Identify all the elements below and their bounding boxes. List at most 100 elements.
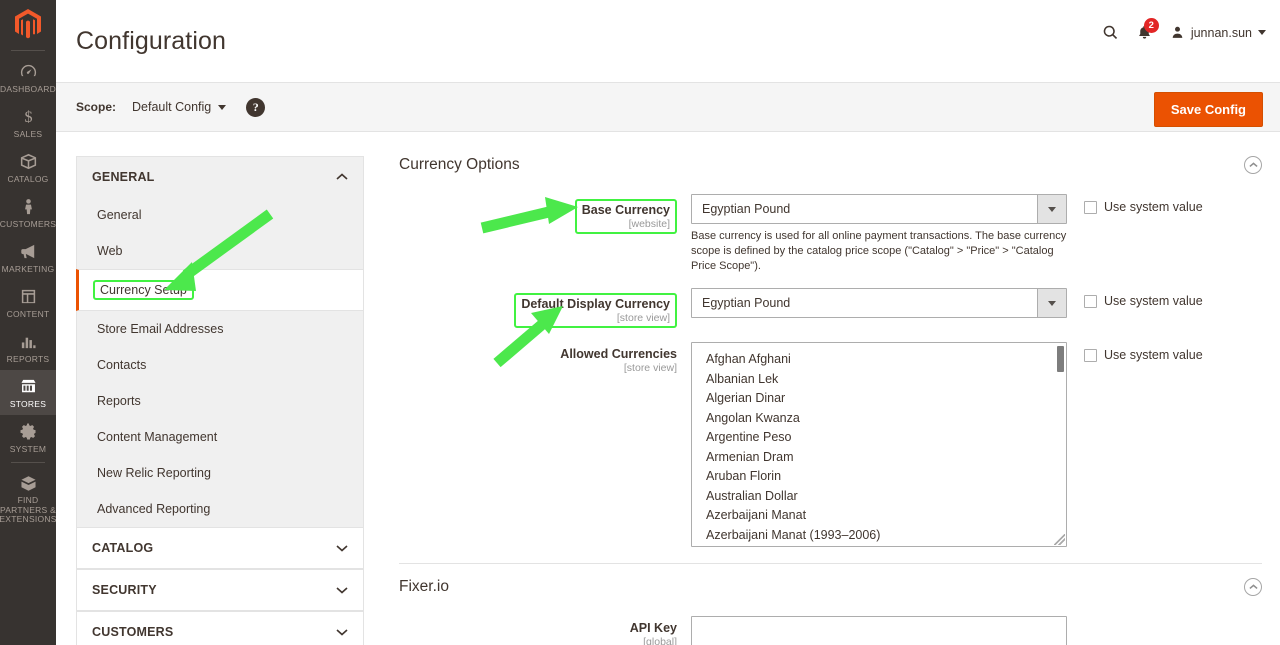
- page-container: Configuration 2 junnan.sun Scope: Defaul…: [56, 0, 1280, 645]
- use-system-value-checkbox[interactable]: [1084, 200, 1097, 214]
- notifications-bell[interactable]: 2: [1136, 18, 1159, 41]
- currency-options-header: Currency Options: [399, 156, 1262, 188]
- sidebar-item-sales[interactable]: $ SALES: [0, 100, 56, 145]
- header-tools: 2 junnan.sun: [1102, 18, 1266, 41]
- default-display-currency-label: Default Display Currency [store view]: [399, 288, 691, 328]
- default-display-currency-use-system-value[interactable]: Use system value: [1084, 288, 1203, 308]
- base-currency-select[interactable]: Egyptian Pound: [691, 194, 1067, 224]
- section-title: Currency Options: [399, 156, 520, 173]
- list-item[interactable]: Algerian Dinar: [692, 389, 1066, 409]
- rail-divider-bottom: [11, 462, 45, 463]
- scrollbar-thumb[interactable]: [1057, 346, 1064, 372]
- search-icon[interactable]: [1102, 24, 1119, 41]
- layout-icon: [19, 287, 38, 306]
- sidebar-item-marketing[interactable]: MARKETING: [0, 235, 56, 280]
- field-scope-text: [store view]: [616, 312, 670, 324]
- list-item[interactable]: Armenian Dram: [692, 448, 1066, 468]
- bar-chart-icon: [19, 332, 38, 351]
- use-system-value-checkbox[interactable]: [1084, 294, 1097, 308]
- scrollbar[interactable]: [1056, 344, 1065, 546]
- nav-item-label: Advanced Reporting: [97, 502, 211, 516]
- field-api-key: API Key [global]: [399, 616, 1262, 645]
- default-display-currency-control: Egyptian Pound: [691, 288, 1067, 318]
- nav-item-label: Content Management: [97, 430, 218, 444]
- base-currency-use-system-value[interactable]: Use system value: [1084, 194, 1203, 214]
- field-label-text: Default Display Currency: [521, 297, 670, 311]
- sidebar-item-stores[interactable]: STORES: [0, 370, 56, 415]
- allowed-currencies-use-system-value[interactable]: Use system value: [1084, 342, 1203, 362]
- gear-icon: [19, 422, 38, 441]
- list-item[interactable]: Australian Dollar: [692, 487, 1066, 507]
- nav-item-general[interactable]: General: [77, 197, 363, 233]
- allowed-currencies-label: Allowed Currencies [store view]: [399, 342, 691, 375]
- use-system-value-label: Use system value: [1104, 294, 1203, 308]
- nav-item-advanced-reporting[interactable]: Advanced Reporting: [77, 491, 363, 527]
- dashboard-icon: [19, 62, 38, 81]
- megaphone-icon: [19, 242, 38, 261]
- user-name: junnan.sun: [1190, 25, 1252, 40]
- content-row: GENERAL General Web Currency Setup Store…: [56, 132, 1280, 645]
- sidebar-item-customers[interactable]: CUSTOMERS: [0, 190, 56, 235]
- nav-item-store-email-addresses[interactable]: Store Email Addresses: [77, 311, 363, 347]
- list-item[interactable]: Aruban Florin: [692, 467, 1066, 487]
- section-title: Fixer.io: [399, 578, 449, 595]
- chevron-down-icon: [336, 628, 348, 636]
- list-item[interactable]: Albanian Lek: [692, 370, 1066, 390]
- package-icon: [19, 474, 38, 493]
- api-key-input[interactable]: [691, 616, 1067, 645]
- nav-item-label: Reports: [97, 394, 141, 408]
- user-icon: [1170, 25, 1185, 40]
- sidebar-item-label: STORES: [9, 399, 47, 409]
- magento-logo-icon[interactable]: [0, 0, 56, 48]
- svg-text:$: $: [24, 109, 32, 126]
- scope-bar: Scope: Default Config ? Save Config: [56, 82, 1280, 132]
- nav-item-new-relic-reporting[interactable]: New Relic Reporting: [77, 455, 363, 491]
- chevron-up-circle-icon[interactable]: [1244, 578, 1262, 596]
- allowed-currencies-control: Afghan Afghani Albanian Lek Algerian Din…: [691, 342, 1067, 547]
- question-mark-icon[interactable]: ?: [246, 97, 266, 117]
- nav-section-catalog-header[interactable]: CATALOG: [76, 527, 364, 569]
- nav-section-customers-header[interactable]: CUSTOMERS: [76, 611, 364, 645]
- rail-divider-top: [11, 50, 45, 51]
- nav-item-currency-setup[interactable]: Currency Setup: [76, 269, 363, 311]
- sidebar-item-label: SALES: [13, 129, 43, 139]
- page-title: Configuration: [76, 27, 227, 55]
- nav-item-content-management[interactable]: Content Management: [77, 419, 363, 455]
- nav-item-label: Currency Setup: [93, 280, 194, 300]
- chevron-up-circle-icon[interactable]: [1244, 156, 1262, 174]
- list-item[interactable]: Afghan Afghani: [692, 350, 1066, 370]
- sidebar-item-find-partners-extensions[interactable]: FIND PARTNERS & EXTENSIONS: [0, 467, 56, 531]
- use-system-value-label: Use system value: [1104, 348, 1203, 362]
- nav-section-general-body: General Web Currency Setup Store Email A…: [76, 197, 364, 527]
- scope-selector[interactable]: Default Config: [132, 100, 227, 114]
- use-system-value-checkbox[interactable]: [1084, 348, 1097, 362]
- chevron-down-icon[interactable]: [1037, 195, 1066, 223]
- sidebar-item-dashboard[interactable]: DASHBOARD: [0, 55, 56, 100]
- allowed-currencies-multiselect[interactable]: Afghan Afghani Albanian Lek Algerian Din…: [691, 342, 1067, 547]
- field-scope-text: [website]: [628, 218, 670, 230]
- sidebar-item-system[interactable]: SYSTEM: [0, 415, 56, 460]
- sidebar-item-label: FIND PARTNERS & EXTENSIONS: [0, 495, 57, 524]
- save-config-button[interactable]: Save Config: [1153, 92, 1263, 127]
- config-main: Currency Options Base Currency [website]…: [364, 156, 1280, 645]
- list-item[interactable]: Argentine Peso: [692, 428, 1066, 448]
- sidebar-item-reports[interactable]: REPORTS: [0, 325, 56, 370]
- nav-section-general-header[interactable]: GENERAL: [76, 156, 364, 197]
- nav-item-label: General: [97, 208, 142, 222]
- chevron-down-icon: [1258, 30, 1266, 35]
- list-item[interactable]: Azerbaijani Manat (1993–2006): [692, 526, 1066, 546]
- nav-item-contacts[interactable]: Contacts: [77, 347, 363, 383]
- sidebar-item-catalog[interactable]: CATALOG: [0, 145, 56, 190]
- list-item[interactable]: Angolan Kwanza: [692, 409, 1066, 429]
- field-label-text: API Key: [629, 621, 677, 635]
- nav-item-reports[interactable]: Reports: [77, 383, 363, 419]
- list-item[interactable]: Azerbaijani Manat: [692, 506, 1066, 526]
- resize-handle[interactable]: [1054, 534, 1065, 545]
- nav-item-web[interactable]: Web: [77, 233, 363, 269]
- user-menu[interactable]: junnan.sun: [1170, 25, 1266, 40]
- person-icon: [19, 197, 38, 216]
- sidebar-item-content[interactable]: CONTENT: [0, 280, 56, 325]
- nav-section-security-header[interactable]: SECURITY: [76, 569, 364, 611]
- default-display-currency-select[interactable]: Egyptian Pound: [691, 288, 1067, 318]
- chevron-down-icon[interactable]: [1037, 289, 1066, 317]
